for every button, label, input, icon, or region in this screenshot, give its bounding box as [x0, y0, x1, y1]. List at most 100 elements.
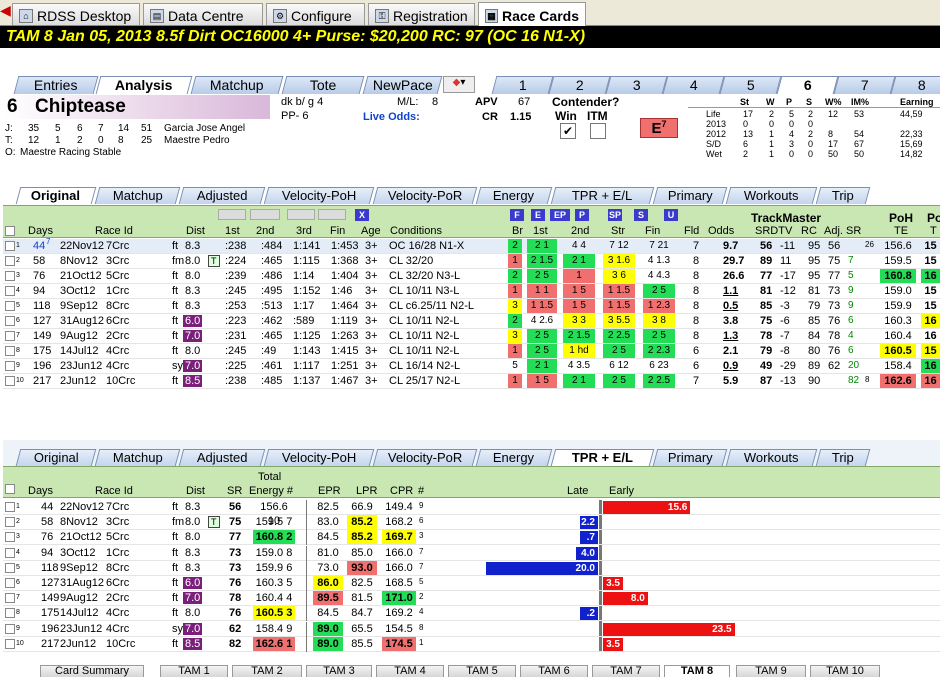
row-checkbox[interactable] [5, 562, 15, 573]
race-line-row[interactable]: 2 58 8Nov12 3Crc fm 8.0 T:224:465 1:115 1:368 3+ C… [3, 254, 940, 269]
grid-tab-matchup[interactable]: Matchup [94, 187, 181, 204]
pace-filter-x[interactable]: X [355, 209, 369, 221]
tpr-row[interactable]: 4 94 3Oct12 1Crc ft 8.3 73 159.0 8 81.0 85.0 166.0… [3, 545, 940, 561]
grid-tab-original[interactable]: Original [15, 449, 97, 466]
race-tab-tam-8[interactable]: TAM 8 [664, 665, 730, 677]
race-line-row[interactable]: 4 94 3Oct12 1Crc ft 8.3:245:495 1:152 1:46 3+ CL … [3, 284, 940, 299]
row-checkbox[interactable] [5, 256, 15, 266]
row-checkbox[interactable] [5, 593, 15, 604]
tpr-row[interactable]: 8 175 14Jul12 4Crc ft 8.0 76 160.5 3 84.5 84.7 169… [3, 606, 940, 622]
row-checkbox[interactable] [5, 286, 15, 296]
tab-rdss-desktop[interactable]: ⌂ RDSS Desktop [12, 3, 140, 25]
grid-tab-velocity-por[interactable]: Velocity-PoR [372, 187, 478, 204]
grid-tab-matchup[interactable]: Matchup [94, 449, 181, 466]
select-all-checkbox[interactable] [5, 226, 15, 236]
grid-tab-workouts[interactable]: Workouts [725, 187, 818, 204]
pace-filter-e[interactable]: E [531, 209, 545, 221]
race-line-row[interactable]: 10 217 2Jun12 10Crc ft 8.5:238:485 1:137 1:467 3… [3, 374, 940, 389]
race-tab-tam-1[interactable]: TAM 1 [160, 665, 228, 677]
row-checkbox[interactable] [5, 271, 15, 281]
race-line-row[interactable]: 5 118 9Sep12 8Crc ft 8.3:253:513 1:17 1:464 3+ CL… [3, 299, 940, 314]
tpr-row[interactable]: 3 76 21Oct12 5Crc ft 8.0 77 160.8 2 84.5 85.2 169.… [3, 530, 940, 546]
tab-post-5[interactable]: 5 [719, 76, 782, 94]
race-line-row[interactable]: 3 76 21Oct12 5Crc ft 8.0:239:486 1:14 1:404 3+ CL… [3, 269, 940, 284]
grid-tab-adjusted[interactable]: Adjusted [178, 449, 266, 466]
race-line-row[interactable]: 1 44 7 22Nov12 7Crc ft 8.3:238:484 1:141 1:453 3+… [3, 237, 940, 254]
row-checkbox[interactable] [5, 346, 15, 356]
row-checkbox[interactable] [5, 241, 15, 251]
row-checkbox[interactable] [5, 361, 15, 371]
row-checkbox[interactable] [5, 578, 15, 588]
race-tab-tam-5[interactable]: TAM 5 [448, 665, 516, 677]
grid-tab-adjusted[interactable]: Adjusted [178, 187, 266, 204]
grid-tab-primary[interactable]: Primary [652, 449, 728, 466]
tab-post-8[interactable]: 8 [890, 76, 940, 94]
select-all-checkbox-2[interactable] [5, 484, 15, 494]
grid-tab-original[interactable]: Original [15, 187, 97, 204]
grid-tab-primary[interactable]: Primary [652, 187, 728, 204]
tab-data-centre[interactable]: ▤ Data Centre [143, 3, 263, 25]
grid-tab-energy[interactable]: Energy [475, 187, 553, 204]
pace-filter-u[interactable]: U [664, 209, 678, 221]
race-tab-tam-6[interactable]: TAM 6 [520, 665, 588, 677]
tab-post-4[interactable]: 4 [662, 76, 725, 94]
pace-filter-s[interactable]: S [634, 209, 648, 221]
color-dropdown[interactable]: ◆▾ [443, 76, 475, 93]
tab-newpace[interactable]: NewPace [362, 76, 443, 94]
pace-filter-sp[interactable]: SP [608, 209, 622, 221]
grid-tab-velocity-poh[interactable]: Velocity-PoH [263, 449, 375, 466]
sort-button[interactable] [287, 209, 315, 220]
back-arrow-icon[interactable]: ◀ [0, 2, 11, 22]
win-checkbox[interactable]: ✔ [560, 123, 576, 139]
tab-race-cards[interactable]: ▦ Race Cards [478, 2, 586, 26]
pace-filter-f[interactable]: F [510, 209, 524, 221]
row-checkbox[interactable] [5, 316, 15, 326]
grid-tab-velocity-por[interactable]: Velocity-PoR [372, 449, 478, 466]
row-checkbox[interactable] [5, 638, 15, 649]
race-tab-tam-3[interactable]: TAM 3 [306, 665, 372, 677]
race-line-row[interactable]: 7 149 9Aug12 2Crc ft 7.0:231:465 1:125 1:263 3+ C… [3, 329, 940, 344]
grid-tab-energy[interactable]: Energy [475, 449, 553, 466]
tab-entries[interactable]: Entries [13, 76, 99, 94]
row-checkbox[interactable] [5, 502, 15, 512]
row-checkbox[interactable] [5, 376, 15, 386]
grid-tab-workouts[interactable]: Workouts [725, 449, 818, 466]
row-checkbox[interactable] [5, 331, 15, 341]
tpr-row[interactable]: 1 44 22Nov12 7Crc ft 8.3 56 156.6 10 82.5 66.9 149… [3, 500, 940, 527]
tab-post-2[interactable]: 2 [548, 76, 611, 94]
grid-tab-tpr-e-l[interactable]: TPR + E/L [550, 187, 655, 204]
sort-button[interactable] [218, 209, 246, 220]
grid-tab-trip[interactable]: Trip [815, 187, 871, 204]
tab-post-7[interactable]: 7 [833, 76, 896, 94]
tab-post-3[interactable]: 3 [605, 76, 668, 94]
pace-filter-ep[interactable]: EP [550, 209, 570, 221]
row-checkbox[interactable] [5, 301, 15, 311]
race-line-row[interactable]: 8 175 14Jul12 4Crc ft 8.0:245:49 1:143 1:415 3+ C… [3, 344, 940, 359]
tab-matchup[interactable]: Matchup [190, 76, 284, 94]
row-checkbox[interactable] [5, 608, 15, 619]
tpr-row[interactable]: 9 196 23Jun12 4Crc sy 7.0 62 158.4 9 89.0 65.5 154… [3, 621, 940, 637]
tab-post-6[interactable]: 6 [776, 76, 839, 94]
race-line-row[interactable]: 6 127 31Aug12 6Crc ft 6.0:223:462:589 1:119 3+ C… [3, 314, 940, 329]
tpr-row[interactable]: 5 118 9Sep12 8Crc ft 8.3 73 159.9 6 73.0 93.0 166.… [3, 560, 940, 576]
tab-post-1[interactable]: 1 [491, 76, 554, 94]
row-checkbox[interactable] [5, 532, 15, 543]
row-checkbox[interactable] [5, 517, 15, 528]
row-checkbox[interactable] [5, 547, 15, 558]
itm-checkbox[interactable] [590, 123, 606, 139]
race-tab-card-summary[interactable]: Card Summary [40, 665, 144, 677]
tab-analysis[interactable]: Analysis [95, 76, 193, 94]
tab-tote[interactable]: Tote [281, 76, 365, 94]
race-line-row[interactable]: 9 196 23Jun12 4Crc sy 7.0:225:461 1:117 1:251 3+… [3, 359, 940, 374]
race-tab-tam-2[interactable]: TAM 2 [232, 665, 302, 677]
grid-tab-velocity-poh[interactable]: Velocity-PoH [263, 187, 375, 204]
sort-button[interactable] [250, 209, 280, 220]
tpr-row[interactable]: 7 149 9Aug12 2Crc ft 7.0 78 160.4 4 89.5 81.5 171.… [3, 591, 940, 607]
sort-button[interactable] [318, 209, 346, 220]
race-tab-tam-9[interactable]: TAM 9 [736, 665, 806, 677]
tab-configure[interactable]: ⚙ Configure [266, 3, 365, 25]
tpr-row[interactable]: 2 58 8Nov12 3Crc fm 8.0 T 75 159.5 7 83.0 85.2 168.… [3, 515, 940, 531]
race-tab-tam-7[interactable]: TAM 7 [592, 665, 660, 677]
grid-tab-trip[interactable]: Trip [815, 449, 871, 466]
race-tab-tam-10[interactable]: TAM 10 [810, 665, 880, 677]
